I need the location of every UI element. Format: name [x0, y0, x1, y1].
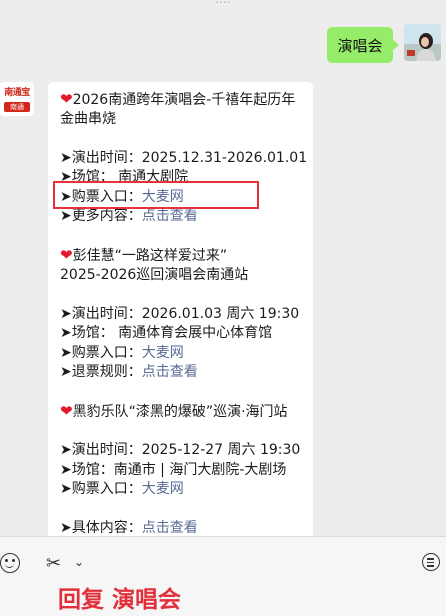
concert-1-title-cont: 金曲串烧 — [60, 110, 116, 127]
top-cut-text: .... — [0, 0, 446, 6]
concert-2-ticket-link[interactable]: 大麦网 — [142, 345, 184, 361]
bot-avatar[interactable]: 南通宝 南通 — [0, 82, 34, 116]
concert-3-venue: ➤场馆：南通市 | 海门大剧院-大剧场 — [60, 461, 287, 478]
concert-2-refund-link[interactable]: 点击查看 — [142, 364, 198, 380]
bot-message-content: ❤2026南通跨年演唱会-千禧年起历年 金曲串烧 ➤演出时间：2025.12.3… — [60, 90, 308, 539]
concert-2-ticket-label: ➤购票入口： — [60, 344, 142, 361]
bot-message-bubble: ❤2026南通跨年演唱会-千禧年起历年 金曲串烧 ➤演出时间：2025.12.3… — [48, 82, 313, 547]
concert-2-title: 彭佳慧“一路这样爱过来” — [72, 248, 228, 264]
concert-2-venue: ➤场馆： 南通体育会展中心体育馆 — [60, 325, 273, 341]
concert-3-detail-label: ➤具体内容： — [60, 520, 142, 536]
concert-2-title-cont: 2025-2026巡回演唱会南通站 — [60, 266, 249, 283]
reply-caption: 回复 演唱会 — [58, 587, 182, 613]
concert-1-time: ➤演出时间：2025.12.31-2026.01.01 — [60, 149, 308, 166]
menu-icon[interactable] — [422, 553, 440, 571]
concert-1-title: 2026南通跨年演唱会-千禧年起历年 — [72, 92, 296, 108]
concert-2-refund-label: ➤退票规则： — [60, 364, 142, 380]
heart-icon: ❤ — [60, 246, 73, 264]
user-message-bubble[interactable]: 演唱会 — [327, 27, 399, 63]
concert-1-more-label: ➤更多内容： — [60, 208, 142, 224]
concert-3-title: 黑豹乐队“漆黑的爆破”巡演·海门站 — [72, 404, 288, 420]
scissors-icon[interactable]: ✂ — [46, 553, 61, 574]
concert-1-more-link[interactable]: 点击查看 — [142, 208, 198, 224]
chevron-down-icon[interactable]: ⌄ — [74, 555, 84, 569]
user-avatar[interactable] — [404, 24, 441, 61]
concert-2-time: ➤演出时间：2026.01.03 周六 19:30 — [60, 305, 300, 322]
heart-icon: ❤ — [60, 402, 73, 420]
concert-3-ticket-link[interactable]: 大麦网 — [142, 481, 184, 497]
bot-avatar-logo-subtext: 南通 — [4, 102, 30, 112]
user-message-text: 演唱会 — [337, 36, 383, 55]
ticket-entry-highlight-box — [53, 181, 259, 209]
bot-avatar-logo-text: 南通宝 — [4, 88, 30, 98]
emoji-icon[interactable] — [0, 553, 20, 573]
concert-3-ticket-label: ➤购票入口： — [60, 481, 142, 497]
concert-3-time: ➤演出时间：2025-12-27 周六 19:30 — [60, 442, 301, 458]
user-avatar-image — [404, 24, 441, 61]
heart-icon: ❤ — [60, 90, 73, 108]
concert-3-detail-link[interactable]: 点击查看 — [142, 520, 198, 536]
